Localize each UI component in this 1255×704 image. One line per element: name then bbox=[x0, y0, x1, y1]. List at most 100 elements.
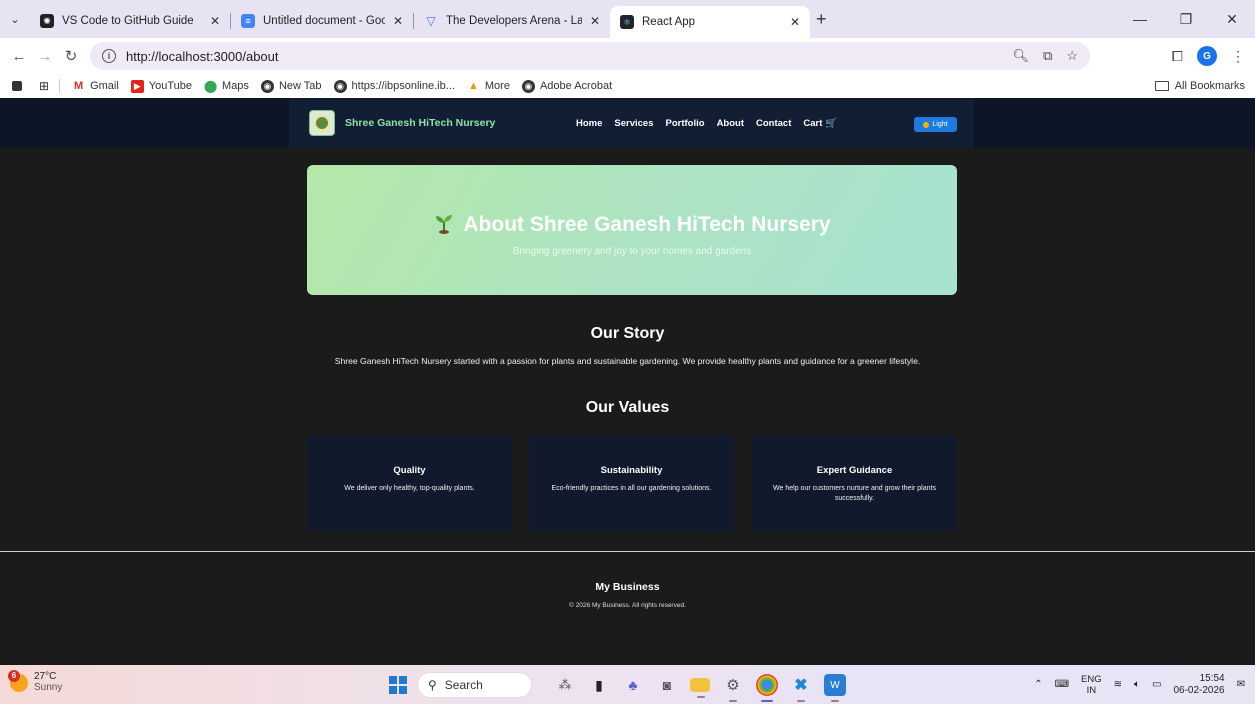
bookmark-youtube[interactable]: ▶ YouTube bbox=[130, 79, 193, 93]
vscode-icon[interactable]: ✖ bbox=[790, 674, 812, 702]
keyboard-icon[interactable]: ⌨ bbox=[1055, 679, 1069, 690]
close-tab-icon[interactable]: ✕ bbox=[790, 15, 800, 29]
value-card-title: Sustainability bbox=[600, 465, 663, 476]
nav-contact[interactable]: Contact bbox=[756, 118, 791, 129]
omnibox-actions: 🔍︎ ⧉ ☆ bbox=[1013, 42, 1078, 70]
bookmark-maps[interactable]: ⬤ Maps bbox=[204, 79, 249, 93]
nursery-logo[interactable] bbox=[309, 110, 335, 136]
bookmark-label: New Tab bbox=[278, 80, 322, 92]
settings-gear-icon[interactable]: ⚙ bbox=[722, 674, 744, 702]
nav-portfolio[interactable]: Portfolio bbox=[666, 118, 705, 129]
tab-vscode-guide[interactable]: ✺ VS Code to GitHub Guide ✕ bbox=[30, 6, 230, 36]
tab-search-icon[interactable]: ⌄ bbox=[0, 0, 30, 38]
camera-icon[interactable]: ◙ bbox=[656, 674, 678, 696]
minimize-icon[interactable]: — bbox=[1117, 11, 1163, 27]
gmail-icon: M bbox=[73, 80, 84, 92]
value-card-text: We help our customers nurture and grow t… bbox=[773, 485, 936, 502]
taskbar-search[interactable]: ⚲ Search bbox=[417, 672, 532, 698]
theme-toggle-button[interactable]: Light bbox=[914, 117, 957, 132]
nav-services[interactable]: Services bbox=[614, 118, 653, 129]
tab-react-app[interactable]: ⚛ React App ✕ bbox=[610, 6, 810, 38]
install-app-icon[interactable]: ⧉ bbox=[1043, 48, 1052, 64]
restore-icon[interactable]: ❐ bbox=[1163, 11, 1209, 28]
windows-taskbar: 6 27°C Sunny ⚲ Search ⁂ ▮ ♣ ◙ ⚙ ✖ W ⌃ ⌨ … bbox=[0, 665, 1255, 704]
word-icon[interactable]: W bbox=[824, 674, 846, 702]
nav-about[interactable]: About bbox=[717, 118, 744, 129]
battery-icon[interactable]: ▭ bbox=[1152, 679, 1161, 690]
language-indicator[interactable]: ENG IN bbox=[1081, 674, 1102, 696]
profile-avatar[interactable]: G bbox=[1197, 46, 1217, 66]
clock-date: 06-02-2026 bbox=[1173, 684, 1225, 696]
bookmark-ibps[interactable]: ◉ https://ibpsonline.ib... bbox=[333, 79, 455, 93]
bookmark-label: More bbox=[484, 80, 510, 92]
clock-time: 15:54 bbox=[1199, 672, 1225, 684]
weather-widget[interactable]: 6 27°C Sunny bbox=[8, 669, 63, 694]
tab-title: The Developers Arena - Launch bbox=[446, 15, 582, 27]
teams-icon[interactable]: ♣ bbox=[622, 674, 644, 696]
reload-icon[interactable]: ↻ bbox=[58, 47, 84, 65]
windows-start-icon[interactable] bbox=[389, 676, 407, 694]
all-bookmarks[interactable]: All Bookmarks bbox=[1154, 74, 1245, 98]
close-tab-icon[interactable]: ✕ bbox=[393, 14, 403, 28]
widgets-icon[interactable]: ⁂ bbox=[554, 674, 576, 696]
forward-arrow-icon[interactable]: → bbox=[32, 48, 58, 65]
bookmark-label: Gmail bbox=[90, 80, 119, 92]
hero-title-text: About Shree Ganesh HiTech Nursery bbox=[463, 213, 831, 236]
bookmark-star-icon[interactable]: ☆ bbox=[1066, 48, 1078, 64]
our-story-heading: Our Story bbox=[590, 325, 665, 342]
tab-developers-arena[interactable]: ▽ The Developers Arena - Launch ✕ bbox=[414, 6, 610, 36]
nav-cart[interactable]: Cart 🛒 bbox=[803, 118, 836, 129]
bookmark-new-tab[interactable]: ◉ New Tab bbox=[260, 79, 322, 93]
all-bookmarks-label: All Bookmarks bbox=[1174, 80, 1245, 92]
new-tab-icon[interactable]: + bbox=[816, 9, 827, 30]
footer-divider bbox=[0, 551, 1255, 552]
chrome-icon[interactable] bbox=[756, 674, 778, 702]
file-explorer-icon[interactable] bbox=[690, 678, 710, 698]
nav-home[interactable]: Home bbox=[576, 118, 602, 129]
react-favicon-icon: ⚛ bbox=[620, 15, 634, 29]
footer-copyright: © 2026 My Business. All rights reserved. bbox=[569, 602, 686, 609]
theme-toggle-label: Light bbox=[932, 121, 948, 128]
apps-grid-icon[interactable]: ⊞ bbox=[39, 79, 49, 93]
value-card-quality: Quality We deliver only healthy, top-qua… bbox=[307, 435, 512, 532]
footer-title: My Business bbox=[595, 581, 660, 593]
docs-favicon-icon: ≡ bbox=[241, 14, 255, 28]
kebab-menu-icon[interactable]: ⋮ bbox=[1231, 48, 1245, 65]
openai-favicon-icon: ✺ bbox=[40, 14, 54, 28]
toolbar-right: ⧠ G ⋮ bbox=[1172, 38, 1245, 74]
seedling-icon bbox=[436, 215, 453, 234]
volume-icon[interactable]: 🔈︎ bbox=[1134, 679, 1140, 690]
close-window-icon[interactable]: ✕ bbox=[1209, 11, 1255, 28]
url-text[interactable]: http://localhost:3000/about bbox=[126, 49, 279, 64]
close-tab-icon[interactable]: ✕ bbox=[590, 14, 600, 28]
sidebar-square-icon[interactable] bbox=[12, 81, 27, 91]
lang-region: IN bbox=[1086, 684, 1097, 696]
site-brand[interactable]: Shree Ganesh HiTech Nursery bbox=[345, 117, 495, 129]
value-card-text: Eco-friendly practices in all our garden… bbox=[551, 485, 712, 492]
sun-icon bbox=[923, 121, 930, 128]
wifi-icon[interactable]: ≋ bbox=[1114, 679, 1122, 690]
site-info-icon[interactable]: i bbox=[102, 49, 116, 63]
browser-tab-strip: ⌄ ✺ VS Code to GitHub Guide ✕ ≡ Untitled… bbox=[0, 0, 1255, 38]
bookmark-more[interactable]: ▲ More bbox=[467, 80, 510, 93]
bookmark-adobe[interactable]: ◉ Adobe Acrobat bbox=[521, 79, 612, 93]
weather-description: Sunny bbox=[34, 682, 63, 693]
clock[interactable]: 15:54 06-02-2026 bbox=[1173, 673, 1224, 697]
zoom-icon[interactable]: 🔍︎ bbox=[1013, 48, 1030, 64]
close-tab-icon[interactable]: ✕ bbox=[210, 14, 220, 28]
notification-bell-icon[interactable]: ✉ bbox=[1237, 679, 1245, 690]
lang-code: ENG bbox=[1081, 673, 1102, 685]
value-card-expert-guidance: Expert Guidance We help our customers nu… bbox=[752, 435, 957, 532]
hero-subtitle: Bringing greenery and joy to your homes … bbox=[512, 246, 752, 257]
bookmark-label: YouTube bbox=[148, 80, 193, 92]
tab-google-docs[interactable]: ≡ Untitled document - Google Do ✕ bbox=[231, 6, 413, 36]
back-arrow-icon[interactable]: ← bbox=[6, 48, 32, 65]
search-icon: ⚲ bbox=[428, 678, 437, 692]
url-bar[interactable]: i http://localhost:3000/about 🔍︎ ⧉ ☆ bbox=[90, 42, 1090, 70]
bookmark-gmail[interactable]: M Gmail bbox=[72, 80, 119, 93]
extensions-icon[interactable]: ⧠ bbox=[1172, 48, 1183, 65]
globe-icon: ◉ bbox=[260, 79, 274, 93]
task-view-icon[interactable]: ▮ bbox=[588, 674, 610, 696]
taskbar-apps: ⚲ Search ⁂ ▮ ♣ ◙ ⚙ ✖ W bbox=[389, 670, 852, 702]
chevron-up-icon[interactable]: ⌃ bbox=[1034, 679, 1042, 690]
